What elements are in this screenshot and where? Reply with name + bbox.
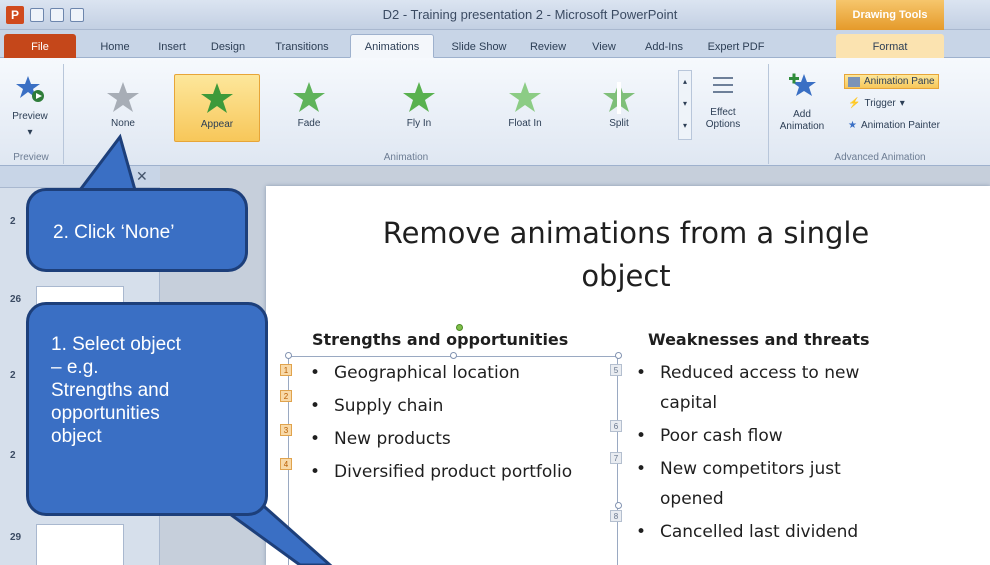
callout-step1-line: object: [51, 426, 102, 447]
callout-step2: 2. Click ‘None’: [26, 188, 248, 272]
powerpoint-window: P D2 - Training presentation 2 - Microso…: [0, 0, 990, 565]
callout-step1: 1. Select object – e.g. Strengths and op…: [26, 302, 268, 516]
callout-step1-line: 1. Select object: [51, 334, 181, 355]
callout-step1-line: Strengths and: [51, 380, 170, 401]
callout-step2-text: 2. Click ‘None’: [53, 222, 175, 243]
callout-step1-line: – e.g.: [51, 357, 99, 378]
callout-step2-tail: [76, 133, 137, 192]
callout-step1-line: opportunities: [51, 403, 160, 424]
